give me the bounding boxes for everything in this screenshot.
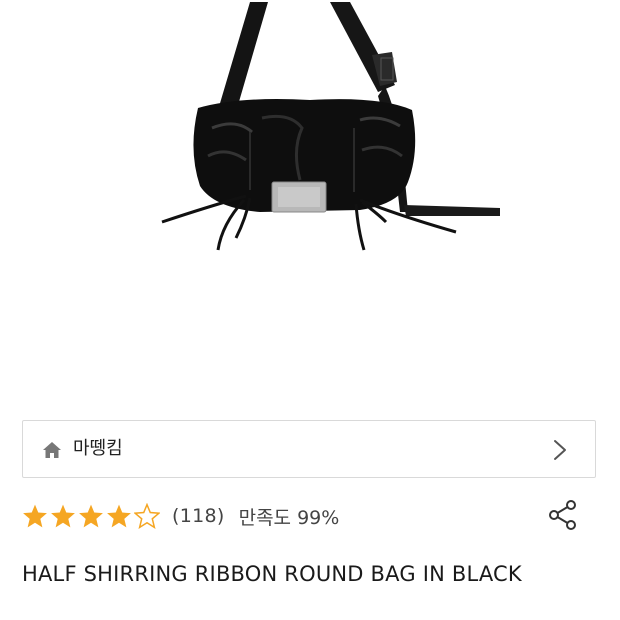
star-filled-icon [51, 504, 75, 528]
star-rating [22, 503, 162, 529]
review-count[interactable]: (118) [172, 505, 225, 527]
satisfaction-rate: 만족도 99% [238, 506, 340, 529]
star-empty-icon [134, 503, 160, 529]
product-bag-image[interactable] [0, 0, 620, 400]
rating-row[interactable]: (118) 만족도 99% [22, 500, 339, 532]
brand-name: 마뗑킴 [73, 438, 123, 459]
star-filled-icon [107, 504, 131, 528]
star-filled-icon [23, 504, 47, 528]
product-title: HALF SHIRRING RIBBON ROUND BAG IN BLACK [22, 562, 522, 586]
star-filled-icon [79, 504, 103, 528]
brand-link[interactable]: 마뗑킴 [22, 420, 596, 478]
share-icon[interactable] [548, 499, 578, 531]
home-icon [43, 442, 61, 458]
product-page: 마뗑킴 (118) 만족도 99% HALF SHIRRING RIBBON R… [0, 0, 620, 620]
chevron-right-icon [554, 440, 566, 460]
